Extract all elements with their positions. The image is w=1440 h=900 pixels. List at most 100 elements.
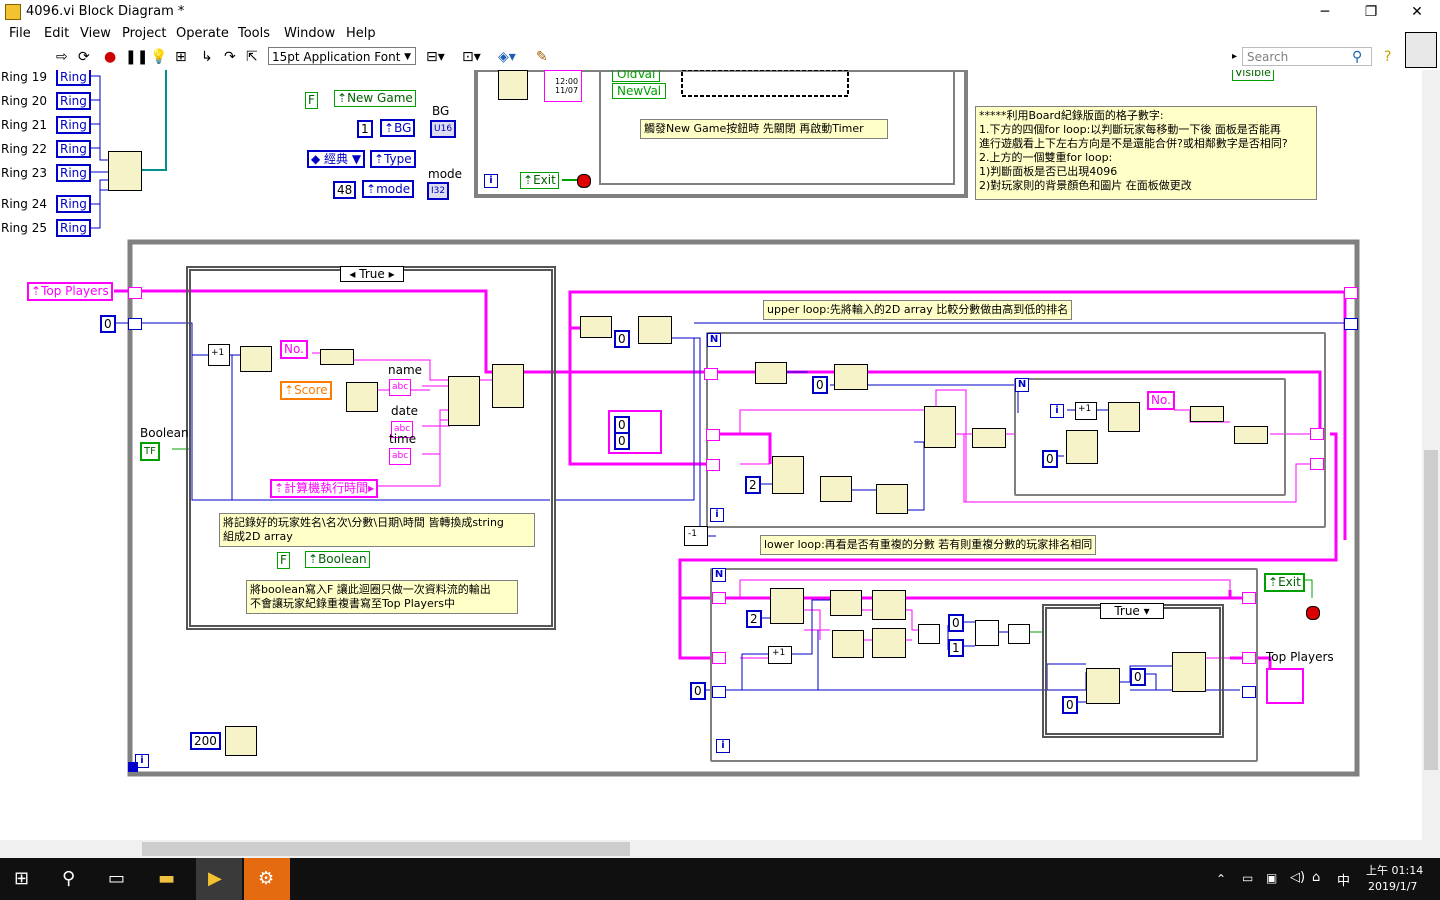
run-continuously-icon[interactable]: ⟳ bbox=[78, 50, 90, 64]
step-over-icon[interactable]: ↷ bbox=[224, 50, 236, 64]
horizontal-scroll-thumb[interactable] bbox=[142, 842, 630, 856]
number-to-string-node-2[interactable] bbox=[1108, 402, 1140, 432]
const-0-g[interactable]: 0 bbox=[1130, 668, 1146, 686]
step-into-icon[interactable]: ↳ bbox=[201, 50, 213, 64]
labview-taskbar-button[interactable]: ▶ bbox=[196, 858, 242, 900]
run-arrow-icon[interactable]: ⇨ bbox=[56, 50, 68, 64]
bg-const[interactable]: 1 bbox=[357, 120, 373, 138]
ring-19[interactable]: Ring bbox=[56, 70, 91, 86]
replace-array-node[interactable] bbox=[972, 428, 1006, 448]
boolean-terminal[interactable]: TF bbox=[140, 442, 160, 461]
const-1[interactable]: 1 bbox=[948, 639, 964, 657]
time-stamp-node[interactable]: 12:00 11/07 bbox=[544, 70, 582, 102]
clean-up-diagram-icon[interactable]: ✎ bbox=[536, 50, 548, 64]
no-label-const[interactable]: No. bbox=[280, 340, 308, 359]
vi-icon[interactable] bbox=[1405, 32, 1437, 68]
wait-ms-const[interactable]: 200 bbox=[190, 732, 221, 750]
align-objects-icon[interactable]: ⊟▾ bbox=[426, 50, 445, 64]
array-size-node-b[interactable] bbox=[755, 362, 787, 384]
build-2d-array-node[interactable] bbox=[492, 364, 524, 408]
index-array-node-d[interactable] bbox=[924, 406, 956, 448]
replace-array-node-3[interactable] bbox=[1172, 652, 1206, 692]
pause-icon[interactable]: ❚❚ bbox=[125, 50, 148, 64]
search-expand-icon[interactable]: ▸ bbox=[1232, 50, 1237, 64]
build-array-node[interactable] bbox=[108, 151, 142, 191]
tray-chevron-icon[interactable]: ⌃ bbox=[1216, 872, 1226, 886]
ime-indicator[interactable]: 中 bbox=[1337, 870, 1350, 889]
runtime-local[interactable]: ⇡計算機執行時間▸ bbox=[270, 479, 379, 498]
array-constant[interactable]: 0 0 bbox=[608, 410, 662, 454]
case-selector-left[interactable]: ◂ True ▸ bbox=[340, 266, 404, 282]
index-array-node-a[interactable] bbox=[638, 316, 672, 344]
type-enum-const[interactable]: ◆ 經典 ▼ bbox=[307, 150, 366, 168]
ring-21[interactable]: Ring bbox=[56, 116, 91, 134]
index-array-node-g[interactable] bbox=[830, 590, 862, 616]
replace-array-node-2[interactable] bbox=[1234, 426, 1268, 444]
app-taskbar-button[interactable]: ⚙ bbox=[244, 858, 290, 900]
const-2-b[interactable]: 2 bbox=[746, 610, 762, 628]
reorder-icon[interactable]: ◈▾ bbox=[498, 50, 516, 64]
mode-const[interactable]: 48 bbox=[333, 181, 357, 199]
string-to-number-node-3[interactable] bbox=[872, 628, 906, 658]
menu-tools[interactable]: Tools bbox=[238, 26, 270, 41]
bg-local[interactable]: ⇡BG bbox=[380, 119, 416, 137]
exit-local-top[interactable]: ⇡Exit bbox=[520, 172, 559, 189]
const-2-a[interactable]: 2 bbox=[745, 476, 761, 494]
replace-subset-node[interactable] bbox=[876, 484, 908, 514]
boolean-local[interactable]: ⇡Boolean bbox=[305, 551, 370, 568]
menu-view[interactable]: View bbox=[80, 26, 111, 41]
clock-time[interactable]: 上午 01:14 bbox=[1366, 862, 1423, 878]
const-0-c[interactable]: 0 bbox=[1042, 450, 1058, 468]
increment-node-3[interactable]: +1 bbox=[768, 646, 792, 664]
const-0-e[interactable]: 0 bbox=[948, 614, 964, 632]
const-0-d[interactable]: 0 bbox=[690, 682, 706, 700]
retain-wire-values-icon[interactable]: ⊞ bbox=[175, 50, 187, 64]
no-label-const-2[interactable]: No. bbox=[1147, 391, 1175, 410]
distribute-objects-icon[interactable]: ⊡▾ bbox=[462, 50, 481, 64]
ring-22[interactable]: Ring bbox=[56, 140, 91, 158]
number-to-string-node[interactable] bbox=[240, 346, 272, 372]
step-out-icon[interactable]: ⇱ bbox=[246, 50, 258, 64]
file-explorer-icon[interactable]: ▬ bbox=[158, 868, 175, 889]
menu-window[interactable]: Window bbox=[284, 26, 335, 41]
false-const[interactable]: F bbox=[277, 552, 290, 569]
score-to-string-node[interactable] bbox=[346, 382, 378, 412]
score-local[interactable]: ⇡Score bbox=[280, 381, 332, 400]
exit-local-main[interactable]: ⇡Exit bbox=[1264, 573, 1305, 592]
ring-23[interactable]: Ring bbox=[56, 164, 91, 182]
index-array-node-i[interactable] bbox=[1086, 668, 1120, 704]
menu-edit[interactable]: Edit bbox=[44, 26, 69, 41]
case-selector-inner[interactable]: True ▾ bbox=[1100, 603, 1164, 619]
const-0-b[interactable]: 0 bbox=[812, 376, 828, 394]
decrement-node[interactable]: -1 bbox=[684, 526, 708, 546]
index-array-node-e[interactable] bbox=[1066, 430, 1098, 464]
property-node[interactable] bbox=[498, 70, 528, 100]
menu-file[interactable]: File bbox=[9, 26, 31, 41]
concat-string-node[interactable] bbox=[320, 349, 354, 365]
increment-node-2[interactable]: +1 bbox=[1075, 402, 1097, 420]
type-local[interactable]: ⇡Type bbox=[370, 150, 416, 168]
build-array-names-node[interactable] bbox=[448, 376, 480, 426]
const-0-f[interactable]: 0 bbox=[1062, 696, 1078, 714]
ring-24[interactable]: Ring bbox=[56, 195, 91, 213]
index-array-node-h[interactable] bbox=[832, 630, 864, 658]
const-0-a[interactable]: 0 bbox=[614, 330, 630, 348]
block-diagram-canvas[interactable]: Ring 19 Ring Ring 20 Ring Ring 21 Ring R… bbox=[0, 70, 1422, 840]
concat-string-node-2[interactable] bbox=[1190, 406, 1224, 422]
array-size-node[interactable] bbox=[580, 316, 612, 338]
vertical-scroll-thumb[interactable] bbox=[1424, 450, 1438, 770]
minimize-button[interactable]: ─ bbox=[1302, 0, 1348, 24]
top-players-local-in[interactable]: ⇡Top Players bbox=[27, 282, 113, 301]
ring-20[interactable]: Ring bbox=[56, 92, 91, 110]
font-select[interactable]: 15pt Application Font ▼ bbox=[268, 47, 416, 65]
search-taskbar-icon[interactable]: ⚲ bbox=[62, 868, 75, 889]
increment-node[interactable]: +1 bbox=[208, 344, 230, 366]
menu-help[interactable]: Help bbox=[346, 26, 376, 41]
task-view-icon[interactable]: ▭ bbox=[108, 868, 125, 889]
top-players-table-indicator[interactable] bbox=[1266, 668, 1304, 704]
zero-const-main[interactable]: 0 bbox=[100, 315, 116, 333]
search-icon[interactable]: ⚲ bbox=[1352, 50, 1362, 64]
new-game-false-const[interactable]: F bbox=[305, 92, 318, 109]
abort-icon[interactable]: ● bbox=[104, 50, 116, 64]
help-icon[interactable]: ? bbox=[1384, 50, 1391, 64]
